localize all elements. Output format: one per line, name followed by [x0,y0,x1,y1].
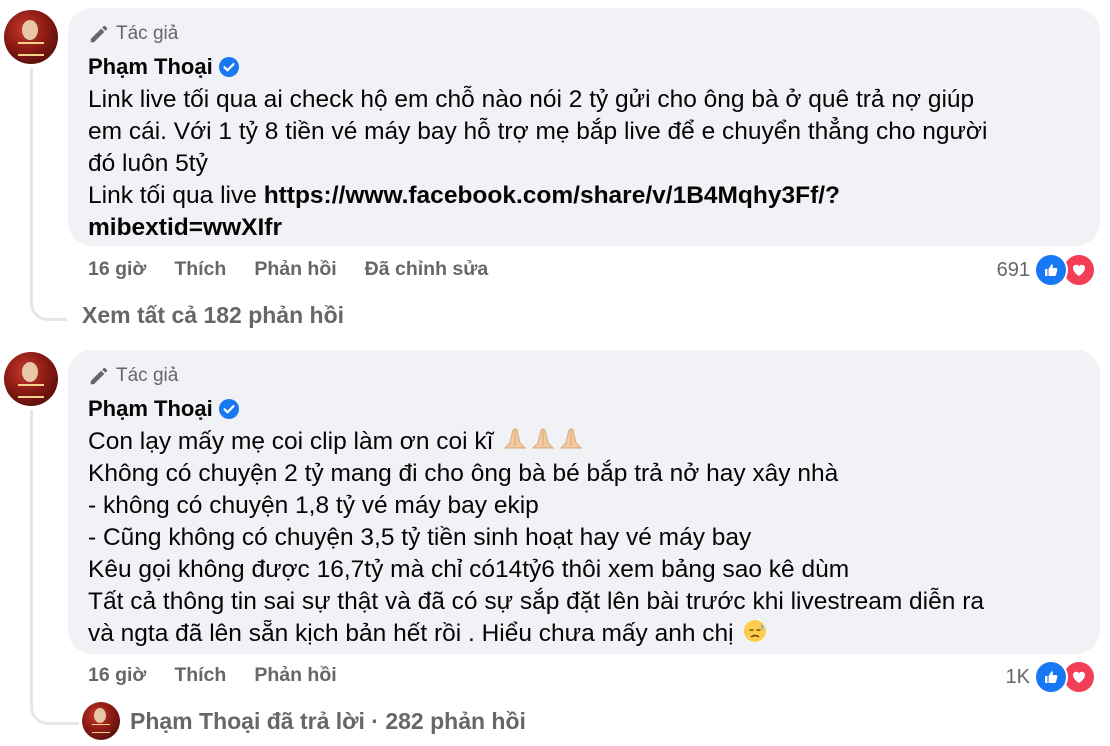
comment-line: Kêu gọi không được 16,7tỷ mà chỉ có14tỷ6… [88,556,850,583]
comment-actions: 16 giờ Thích Phản hồi [88,664,337,687]
commenter-name[interactable]: Phạm Thoại [88,396,213,422]
timestamp[interactable]: 16 giờ [88,258,146,281]
facebook-link-continued[interactable]: mibextid=wwXIfr [88,212,1080,244]
thread-line [30,410,33,700]
comment-line: đó luôn 5tỷ [88,150,208,177]
like-button[interactable]: Thích [174,258,226,281]
comment-line: Link tối qua live [88,182,264,209]
like-reaction-icon [1034,660,1068,694]
verified-badge-icon [218,399,239,419]
comment-line: Không có chuyện 2 tỷ mang đi cho ông bà … [88,460,839,487]
pencil-icon [90,25,108,43]
comment-actions: 16 giờ Thích Phản hồi Đã chỉnh sửa [88,258,488,281]
comment-bubble: Tác giả Phạm Thoại Link live tối qua ai … [68,8,1100,246]
reply-avatar [82,702,120,740]
reaction-count: 691 [996,258,1030,281]
folded-hands-emoji [532,428,555,449]
avatar[interactable] [4,10,58,64]
author-badge-label: Tác giả [116,23,179,44]
comment-line: - Cũng không có chuyện 3,5 tỷ tiền sinh … [88,524,752,551]
thread-line [30,68,33,298]
reply-button[interactable]: Phản hồi [254,664,336,687]
reply-button[interactable]: Phản hồi [254,258,336,281]
reaction-summary[interactable]: 1K [1006,660,1096,694]
facebook-link[interactable]: https://www.facebook.com/share/v/1B4Mqhy… [264,182,840,209]
author-badge: Tác giả [88,364,1080,388]
view-all-replies-label: Xem tất cả 182 phản hồi [82,302,345,328]
comment-line: Tất cả thông tin sai sự thật và đã có sự… [88,588,984,615]
comment-line: em cái. Với 1 tỷ 8 tiền vé máy bay hỗ tr… [88,118,988,145]
verified-badge-icon [218,57,239,77]
author-badge: Tác giả [88,22,1080,46]
edited-label[interactable]: Đã chỉnh sửa [365,258,489,281]
reaction-summary[interactable]: 691 [997,253,1096,287]
reaction-count: 1K [1005,665,1030,688]
commenter-name[interactable]: Phạm Thoại [88,54,213,80]
pencil-icon [90,367,108,385]
comment-line: Con lạy mấy mẹ coi clip làm ơn coi kĩ [88,428,501,455]
replies-summary-link[interactable]: Phạm Thoại đã trả lời · 282 phản hồi [82,702,526,740]
timestamp[interactable]: 16 giờ [88,664,146,687]
like-button[interactable]: Thích [174,664,226,687]
avatar[interactable] [4,352,58,406]
comment-text: Link live tối qua ai check hộ em chỗ nào… [88,84,1080,244]
comment-bubble: Tác giả Phạm Thoại Con lạy mấy mẹ coi cl… [68,350,1100,654]
folded-hands-emoji [504,428,527,449]
comment-text: Con lạy mấy mẹ coi clip làm ơn coi kĩ Kh… [88,426,1080,650]
folded-hands-emoji [560,428,583,449]
like-reaction-icon [1034,253,1068,287]
downcast-face-emoji [744,620,767,642]
view-all-replies-link[interactable]: Xem tất cả 182 phản hồi [82,302,344,329]
thread-hook [30,686,79,725]
comment-line: Link live tối qua ai check hộ em chỗ nào… [88,86,975,113]
thread-hook [30,280,67,321]
comment-line: - không có chuyện 1,8 tỷ vé máy bay ekip [88,492,539,519]
replies-summary-label: Phạm Thoại đã trả lời · 282 phản hồi [130,707,526,734]
author-badge-label: Tác giả [116,365,179,386]
comment-line: và ngta đã lên sẵn kịch bản hết rồi . Hi… [88,620,741,647]
